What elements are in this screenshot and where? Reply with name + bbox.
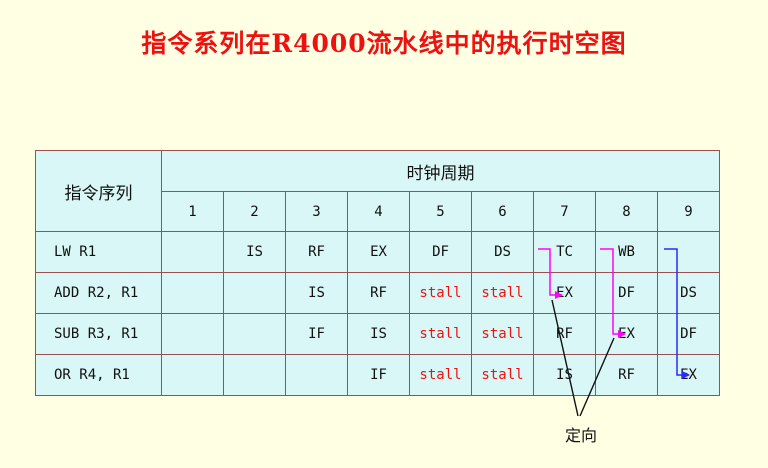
forwarding-overlay <box>538 248 690 417</box>
forwarding-annotation: 定向 <box>565 426 598 445</box>
annotation-pointer <box>579 337 615 417</box>
annotation-pointer <box>551 299 579 417</box>
forwarding-arrow-tc-to-ex <box>600 248 626 338</box>
forwarding-arrow-wb-to-ex <box>664 248 690 379</box>
forwarding-arrow-ds-to-ex <box>538 248 563 299</box>
